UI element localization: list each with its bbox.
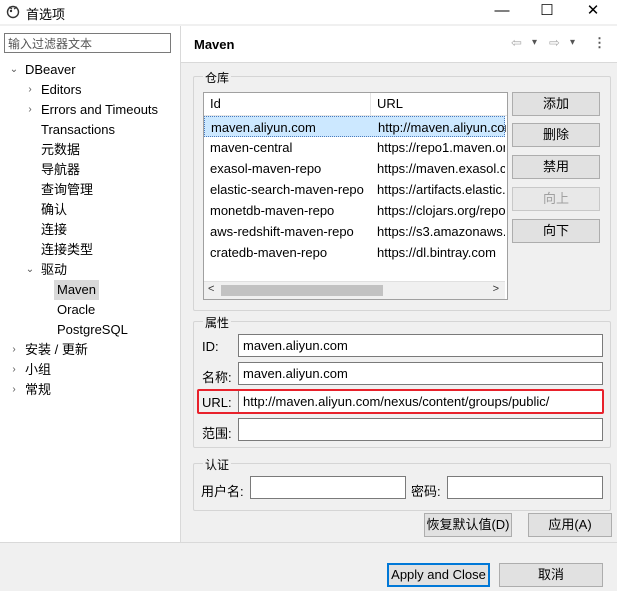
- preferences-tree-panel: 输入过滤器文本 ⌄ DBeaver › Editors › Errors and…: [0, 26, 181, 542]
- properties-group-label: 属性: [203, 314, 232, 331]
- tree-item-query-manager[interactable]: 查询管理: [41, 180, 93, 200]
- url-highlight-box: [197, 389, 604, 414]
- row-id: elastic-search-maven-repo: [210, 182, 364, 197]
- scope-field[interactable]: [238, 418, 603, 441]
- row-id: exasol-maven-repo: [210, 161, 322, 176]
- row-url: https://maven.exasol.com: [377, 161, 505, 176]
- row-id: maven-central: [210, 140, 293, 155]
- row-url: https://repo1.maven.org: [377, 140, 505, 155]
- row-id: cratedb-maven-repo: [210, 245, 328, 260]
- tree-item-metadata[interactable]: 元数据: [41, 140, 80, 160]
- back-arrow-icon[interactable]: ⇦: [511, 35, 522, 51]
- tree-item-label: 常规: [25, 382, 52, 397]
- add-button[interactable]: 添加: [512, 92, 600, 116]
- dialog-button-bar: Apply and Close 取消: [0, 542, 617, 591]
- cancel-button[interactable]: 取消: [499, 563, 603, 587]
- repositories-group-label: 仓库: [203, 69, 232, 86]
- restore-defaults-button[interactable]: 恢复默认值(D): [424, 513, 512, 537]
- page-title: Maven: [194, 37, 235, 52]
- tree-item-connections[interactable]: 连接: [41, 220, 67, 240]
- scroll-left-icon[interactable]: <: [208, 283, 214, 295]
- row-url: http://maven.aliyun.com: [378, 120, 506, 135]
- column-header-id[interactable]: Id: [204, 93, 376, 116]
- disable-button[interactable]: 禁用: [512, 155, 600, 179]
- column-header-url[interactable]: URL: [371, 93, 507, 116]
- id-field[interactable]: maven.aliyun.com: [238, 334, 603, 357]
- password-field[interactable]: [447, 476, 603, 499]
- move-up-button[interactable]: 向上: [512, 187, 600, 211]
- tree-item-label: 小组: [25, 362, 52, 377]
- scope-label: 范围:: [202, 426, 232, 441]
- forward-dropdown-icon[interactable]: ▾: [570, 37, 575, 48]
- tree-item-navigator[interactable]: 导航器: [41, 160, 80, 180]
- minimize-button[interactable]: —: [479, 0, 525, 24]
- tree-item-label: Errors and Timeouts: [41, 102, 159, 117]
- table-row[interactable]: maven-central https://repo1.maven.org: [204, 137, 505, 158]
- chevron-right-icon[interactable]: ›: [8, 360, 20, 380]
- tree-item-postgresql[interactable]: PostgreSQL: [57, 320, 128, 340]
- dbeaver-logo-icon: [6, 5, 20, 19]
- table-row[interactable]: maven.aliyun.com http://maven.aliyun.com: [204, 116, 506, 137]
- apply-and-close-button[interactable]: Apply and Close: [387, 563, 490, 587]
- id-label: ID:: [202, 339, 219, 354]
- tree-item-label: Editors: [41, 82, 82, 97]
- repositories-table[interactable]: Id URL maven.aliyun.com http://maven.ali…: [203, 92, 508, 300]
- tree-item-maven[interactable]: Maven: [54, 280, 100, 300]
- page-header: Maven ⇦ ▾ ⇨ ▾ ⋮: [181, 26, 617, 63]
- back-dropdown-icon[interactable]: ▾: [532, 37, 537, 48]
- filter-input[interactable]: 输入过滤器文本: [4, 33, 171, 53]
- apply-button[interactable]: 应用(A): [528, 513, 612, 537]
- table-row[interactable]: elastic-search-maven-repo https://artifa…: [204, 179, 505, 200]
- username-label: 用户名:: [201, 484, 244, 499]
- row-url: https://artifacts.elastic.co: [377, 182, 505, 197]
- row-id: aws-redshift-maven-repo: [210, 224, 354, 239]
- table-row[interactable]: exasol-maven-repo https://maven.exasol.c…: [204, 158, 505, 179]
- username-field[interactable]: [250, 476, 406, 499]
- row-url: https://s3.amazonaws.com: [377, 224, 505, 239]
- password-label: 密码:: [411, 484, 441, 499]
- chevron-right-icon[interactable]: ›: [8, 340, 20, 360]
- chevron-down-icon[interactable]: ⌄: [24, 260, 36, 280]
- close-button[interactable]: ✕: [570, 0, 616, 24]
- tree-item-label: DBeaver: [25, 62, 76, 77]
- name-label: 名称:: [202, 370, 232, 385]
- scrollbar-thumb[interactable]: [221, 285, 383, 296]
- tree-item-oracle[interactable]: Oracle: [57, 300, 95, 320]
- tree-item-label: 驱动: [41, 262, 68, 277]
- tree-item-label: 安装 / 更新: [25, 342, 88, 357]
- row-url: https://clojars.org/repo: [377, 203, 505, 218]
- move-down-button[interactable]: 向下: [512, 219, 600, 243]
- tree-item-confirmations[interactable]: 确认: [41, 200, 67, 220]
- row-id: maven.aliyun.com: [211, 120, 316, 135]
- row-url: https://dl.bintray.com: [377, 245, 496, 260]
- delete-button[interactable]: 删除: [512, 123, 600, 147]
- table-row[interactable]: cratedb-maven-repo https://dl.bintray.co…: [204, 242, 505, 263]
- table-row[interactable]: monetdb-maven-repo https://clojars.org/r…: [204, 200, 505, 221]
- view-menu-icon[interactable]: ⋮: [593, 35, 606, 51]
- title-bar: 首选项 — ☐ ✕: [0, 0, 617, 24]
- table-row[interactable]: aws-redshift-maven-repo https://s3.amazo…: [204, 221, 505, 242]
- name-field[interactable]: maven.aliyun.com: [238, 362, 603, 385]
- row-id: monetdb-maven-repo: [210, 203, 335, 218]
- tree-item-transactions[interactable]: Transactions: [41, 120, 115, 140]
- chevron-right-icon[interactable]: ›: [24, 80, 36, 100]
- tree-item-connection-types[interactable]: 连接类型: [41, 240, 93, 260]
- chevron-right-icon[interactable]: ›: [8, 380, 20, 400]
- chevron-right-icon[interactable]: ›: [24, 100, 36, 120]
- auth-group-label: 认证: [203, 456, 232, 473]
- forward-arrow-icon[interactable]: ⇨: [549, 35, 560, 51]
- horizontal-scrollbar[interactable]: < >: [204, 281, 505, 299]
- chevron-down-icon[interactable]: ⌄: [8, 60, 20, 80]
- scroll-right-icon[interactable]: >: [493, 283, 499, 295]
- window-title: 首选项: [26, 7, 66, 22]
- maximize-button[interactable]: ☐: [524, 0, 570, 24]
